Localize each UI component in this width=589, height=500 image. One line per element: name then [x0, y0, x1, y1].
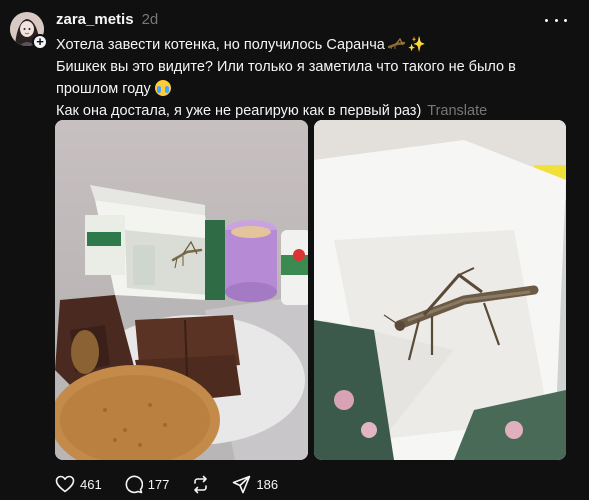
like-count: 461 [80, 476, 102, 492]
timestamp: 2d [141, 11, 159, 28]
post-line-3: прошлом году [56, 78, 571, 100]
share-button[interactable]: 186 [232, 475, 278, 494]
post-line-1: Хотела завести котенка, но получилось Са… [56, 37, 426, 53]
post-line-4: Как она достала, я уже не реагирую как в… [56, 103, 488, 119]
post-header: zara_metis 2d [56, 11, 158, 31]
send-icon [233, 475, 251, 493]
share-count: 186 [256, 476, 279, 492]
comment-icon [125, 475, 143, 493]
heart-icon [55, 475, 75, 493]
sparkles-icon: ✨ [407, 37, 426, 53]
action-bar: 461 177 186 [55, 473, 278, 495]
post-text: Хотела завести котенка, но получилось Са… [56, 34, 571, 122]
username[interactable]: zara_metis [56, 11, 134, 28]
repost-button[interactable] [191, 475, 210, 494]
reply-count: 177 [147, 476, 170, 492]
locust-emoji-icon [387, 38, 406, 50]
reply-button[interactable]: 177 [124, 475, 170, 494]
more-icon[interactable] [545, 12, 567, 28]
crying-face-icon [154, 80, 171, 96]
post-image-1[interactable] [55, 120, 308, 460]
like-button[interactable]: 461 [55, 475, 102, 493]
avatar-wrap[interactable]: + [10, 12, 48, 50]
plus-icon[interactable]: + [32, 34, 48, 50]
post-image-2[interactable] [314, 120, 566, 460]
repost-icon [194, 475, 208, 493]
post-line-2: Бишкек вы это видите? Или только я замет… [56, 59, 516, 75]
translate-link[interactable]: Translate [427, 103, 487, 119]
